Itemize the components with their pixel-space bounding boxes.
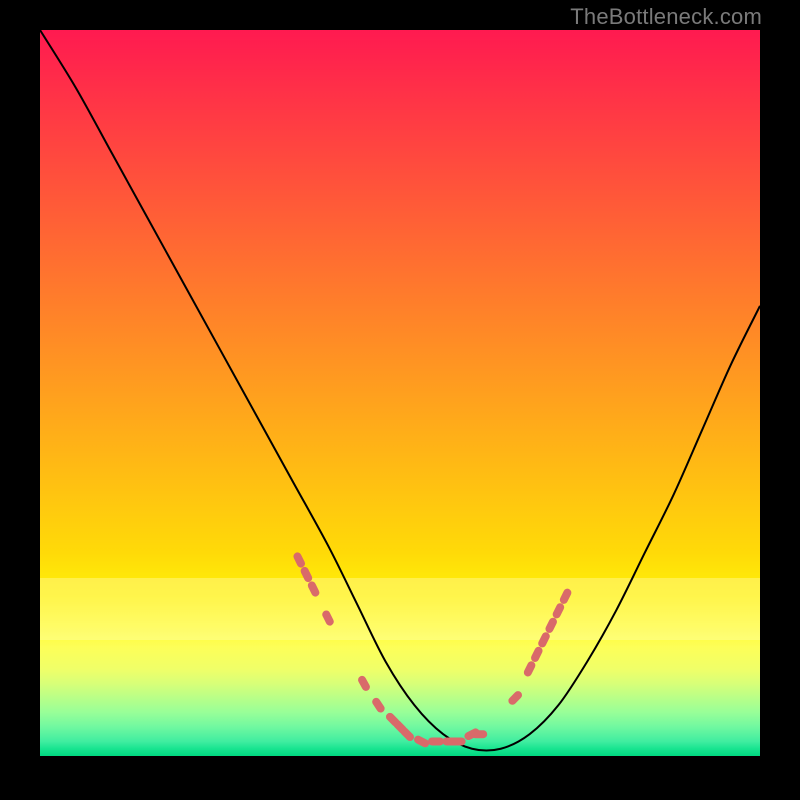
marker xyxy=(413,734,431,748)
marker xyxy=(428,737,444,745)
plot-area xyxy=(40,30,760,756)
marker xyxy=(530,645,544,663)
watermark-text: TheBottleneck.com xyxy=(570,4,762,30)
marker xyxy=(544,616,558,634)
chart-frame: TheBottleneck.com xyxy=(0,0,800,800)
marker xyxy=(299,566,313,584)
marker xyxy=(399,726,416,743)
marker xyxy=(442,737,458,745)
marker xyxy=(463,727,481,741)
highlight-band xyxy=(40,578,760,640)
marker xyxy=(558,587,572,605)
marker xyxy=(357,674,372,692)
curve-layer xyxy=(40,30,760,756)
marker xyxy=(537,631,551,649)
marker xyxy=(371,696,386,714)
marker xyxy=(471,730,487,738)
bottleneck-curve xyxy=(40,30,760,751)
marker xyxy=(551,602,565,620)
marker xyxy=(321,609,335,627)
marker xyxy=(292,551,306,569)
marker xyxy=(306,580,320,598)
marker xyxy=(384,711,401,728)
marker xyxy=(392,718,409,735)
marker xyxy=(507,689,524,706)
highlight-points xyxy=(292,551,573,749)
marker xyxy=(522,660,536,678)
marker xyxy=(450,737,466,745)
